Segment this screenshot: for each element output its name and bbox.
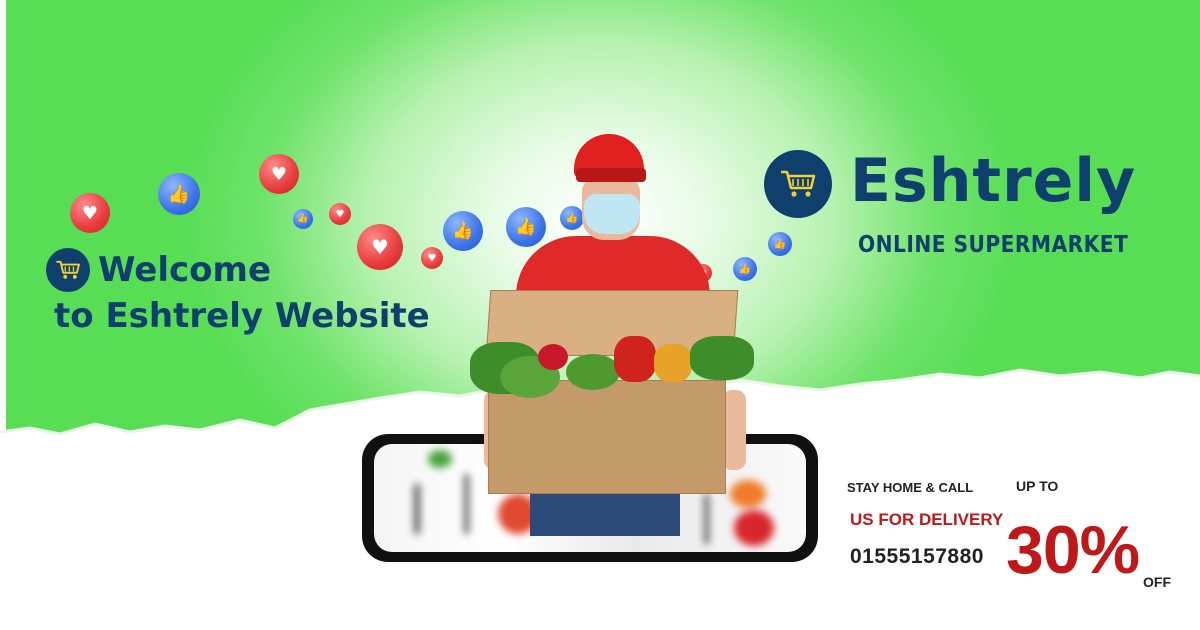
face-mask — [584, 194, 640, 234]
herbs — [566, 354, 620, 390]
promo-up-to: UP TO — [1016, 478, 1059, 494]
thumbs-up-reaction-icon: 👍 — [733, 257, 757, 281]
welcome-heading-line1: Welcome — [98, 250, 272, 290]
promo-off: OFF — [1143, 574, 1171, 590]
promo-phone-number[interactable]: 01555157880 — [850, 545, 984, 569]
cart-logo — [764, 150, 832, 218]
brand-name: Eshtrely — [850, 146, 1137, 216]
brand-tagline: ONLINE SUPERMARKET — [858, 232, 1129, 258]
cart-logo-small — [46, 248, 90, 292]
promo-banner: ♥ 👍 ♥ 👍 ♥ ♥ ♥ 👍 👍 👍 ♥ 👍 👍 — [0, 0, 1200, 630]
thumbs-up-reaction-icon: 👍 — [768, 232, 792, 256]
promo-stay-home: STAY HOME & CALL — [847, 480, 974, 495]
yellow-pepper — [654, 344, 692, 382]
delivery-person-jeans — [530, 488, 680, 536]
red-pepper — [614, 336, 656, 382]
shopping-cart-icon — [56, 260, 80, 279]
green-onions — [690, 336, 754, 380]
welcome-heading-line2: to Eshtrely Website — [54, 296, 430, 336]
cap-brim — [576, 168, 646, 182]
heart-reaction-icon: ♥ — [70, 193, 110, 233]
heart-reaction-icon: ♥ — [357, 224, 403, 270]
heart-reaction-icon: ♥ — [421, 247, 443, 269]
thumbs-up-reaction-icon: 👍 — [443, 211, 483, 251]
thumbs-up-reaction-icon: 👍 — [560, 206, 584, 230]
thumbs-up-reaction-icon: 👍 — [158, 173, 200, 215]
radishes — [538, 344, 568, 370]
heart-reaction-icon: ♥ — [259, 154, 299, 194]
shopping-cart-icon — [781, 170, 816, 197]
promo-discount: 30% — [1006, 512, 1140, 588]
promo-delivery: US FOR DELIVERY — [850, 510, 1004, 529]
thumbs-up-reaction-icon: 👍 — [293, 209, 313, 229]
thumbs-up-reaction-icon: 👍 — [506, 207, 546, 247]
heart-reaction-icon: ♥ — [329, 203, 351, 225]
